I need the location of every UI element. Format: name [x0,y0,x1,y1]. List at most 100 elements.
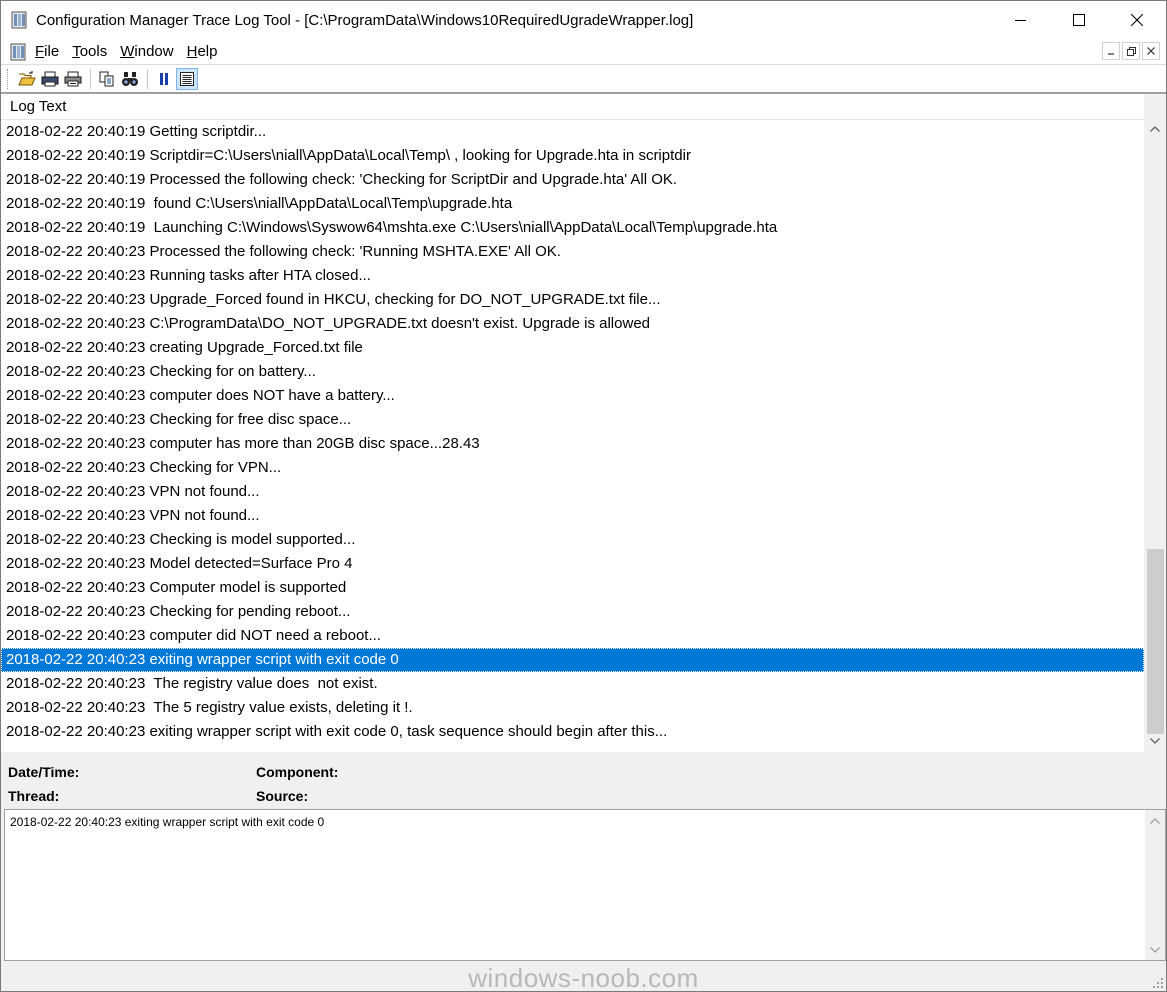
find-icon [122,71,138,86]
menu-window[interactable]: Window [120,43,180,60]
menu-tools[interactable]: Tools [72,43,114,60]
caption-buttons [992,1,1166,39]
highlight-button[interactable] [176,67,198,90]
scroll-thumb[interactable] [1147,549,1164,734]
trace-log-window: Configuration Manager Trace Log Tool - [… [0,0,1167,992]
pause-icon [160,72,168,85]
title-bar[interactable]: Configuration Manager Trace Log Tool - [… [1,1,1166,39]
log-row[interactable]: 2018-02-22 20:40:23 The registry value d… [1,672,1144,696]
chevron-down-icon [1150,946,1160,953]
log-row[interactable]: 2018-02-22 20:40:23 computer has more th… [1,432,1144,456]
log-row[interactable]: 2018-02-22 20:40:23 Checking is model su… [1,528,1144,552]
message-pane[interactable]: 2018-02-22 20:40:23 exiting wrapper scri… [4,809,1166,961]
app-icon [11,11,27,29]
mdi-close-button[interactable] [1142,42,1160,60]
toolbar-separator [147,68,148,89]
toolbar-separator [90,68,91,89]
message-scrollbar[interactable] [1145,810,1165,960]
menu-help-mnemonic: H [186,43,198,60]
log-row[interactable]: 2018-02-22 20:40:23 creating Upgrade_For… [1,336,1144,360]
menu-file[interactable]: File [35,43,66,60]
chevron-down-icon [1150,738,1160,744]
log-row[interactable]: 2018-02-22 20:40:23 VPN not found... [1,480,1144,504]
menu-window-label: indow [134,43,174,60]
log-row[interactable]: 2018-02-22 20:40:23 The 5 registry value… [1,696,1144,720]
log-list[interactable]: Log Text 2018-02-22 20:40:19 Getting scr… [1,94,1166,752]
menu-help-label: elp [197,43,218,60]
log-row-selected[interactable]: 2018-02-22 20:40:23 exiting wrapper scri… [1,648,1144,672]
log-scrollbar[interactable] [1144,94,1166,752]
source-label: Source: [256,788,309,804]
thread-label: Thread: [8,788,60,804]
log-rows: 2018-02-22 20:40:19 Getting scriptdir...… [1,120,1144,744]
minimize-button[interactable] [992,1,1050,39]
scroll-down-button[interactable] [1144,732,1166,750]
print-setup-button[interactable] [39,68,61,90]
log-row[interactable]: 2018-02-22 20:40:23 Checking for on batt… [1,360,1144,384]
toolbar [1,64,1166,92]
log-row[interactable]: 2018-02-22 20:40:23 Processed the follow… [1,240,1144,264]
open-button[interactable] [16,68,38,90]
log-row[interactable]: 2018-02-22 20:40:23 Running tasks after … [1,264,1144,288]
highlight-icon [180,71,194,86]
find-button[interactable] [119,68,141,90]
menu-window-mnemonic: W [120,43,135,60]
log-row[interactable]: 2018-02-22 20:40:23 Checking for pending… [1,600,1144,624]
log-row[interactable]: 2018-02-22 20:40:19 Launching C:\Windows… [1,216,1144,240]
print-setup-icon [41,71,59,86]
mdi-minimize-button[interactable] [1102,42,1120,60]
toolbar-grip[interactable] [7,68,10,89]
message-scroll-down-button[interactable] [1145,941,1165,958]
menu-tools-label: ools [79,43,108,60]
maximize-icon [1073,14,1085,26]
details-pane: Date/Time: Component: Thread: Source: [1,752,1166,809]
minimize-icon [1015,20,1026,21]
menu-file-mnemonic: F [35,43,45,60]
scroll-up-button[interactable] [1144,120,1166,138]
menu-bar: File Tools Window Help [1,39,1166,64]
message-scroll-up-button[interactable] [1145,812,1165,829]
copy-icon [99,71,114,86]
log-row[interactable]: 2018-02-22 20:40:23 computer did NOT nee… [1,624,1144,648]
window-title: Configuration Manager Trace Log Tool - [… [36,11,694,29]
log-row[interactable]: 2018-02-22 20:40:23 exiting wrapper scri… [1,720,1144,744]
menu-help[interactable]: Help [187,43,225,60]
document-icon[interactable] [9,42,29,62]
log-row[interactable]: 2018-02-22 20:40:23 Upgrade_Forced found… [1,288,1144,312]
print-icon [64,71,82,86]
log-row[interactable]: 2018-02-22 20:40:23 Computer model is su… [1,576,1144,600]
log-row[interactable]: 2018-02-22 20:40:23 C:\ProgramData\DO_NO… [1,312,1144,336]
log-row[interactable]: 2018-02-22 20:40:23 Model detected=Surfa… [1,552,1144,576]
log-row[interactable]: 2018-02-22 20:40:23 Checking for free di… [1,408,1144,432]
close-button[interactable] [1108,1,1166,39]
resize-grip-icon[interactable] [1152,977,1164,989]
pause-button[interactable] [153,68,175,90]
chevron-up-icon [1150,817,1160,824]
mdi-minimize-icon [1108,53,1114,55]
copy-button[interactable] [96,68,118,90]
component-label: Component: [256,764,339,780]
chevron-up-icon [1150,126,1160,132]
open-icon [18,70,36,85]
mdi-buttons [1102,42,1160,60]
log-row[interactable]: 2018-02-22 20:40:23 VPN not found... [1,504,1144,528]
close-icon [1131,14,1143,26]
log-row[interactable]: 2018-02-22 20:40:19 Scriptdir=C:\Users\n… [1,144,1144,168]
message-text[interactable]: 2018-02-22 20:40:23 exiting wrapper scri… [10,815,324,829]
maximize-button[interactable] [1050,1,1108,39]
watermark-text: windows-noob.com [468,963,699,992]
datetime-label: Date/Time: [8,764,80,780]
mdi-restore-icon [1126,46,1136,56]
log-text-column-header[interactable]: Log Text [1,94,1144,120]
log-row[interactable]: 2018-02-22 20:40:23 Checking for VPN... [1,456,1144,480]
log-row[interactable]: 2018-02-22 20:40:19 Getting scriptdir... [1,120,1144,144]
status-bar: windows-noob.com [1,961,1166,992]
log-row[interactable]: 2018-02-22 20:40:23 computer does NOT ha… [1,384,1144,408]
mdi-restore-button[interactable] [1122,42,1140,60]
log-row[interactable]: 2018-02-22 20:40:19 Processed the follow… [1,168,1144,192]
log-row[interactable]: 2018-02-22 20:40:19 found C:\Users\niall… [1,192,1144,216]
menu-file-label: ile [44,43,60,60]
mdi-close-icon [1147,47,1155,55]
menu-tools-mnemonic: T [72,43,80,60]
print-button[interactable] [62,68,84,90]
